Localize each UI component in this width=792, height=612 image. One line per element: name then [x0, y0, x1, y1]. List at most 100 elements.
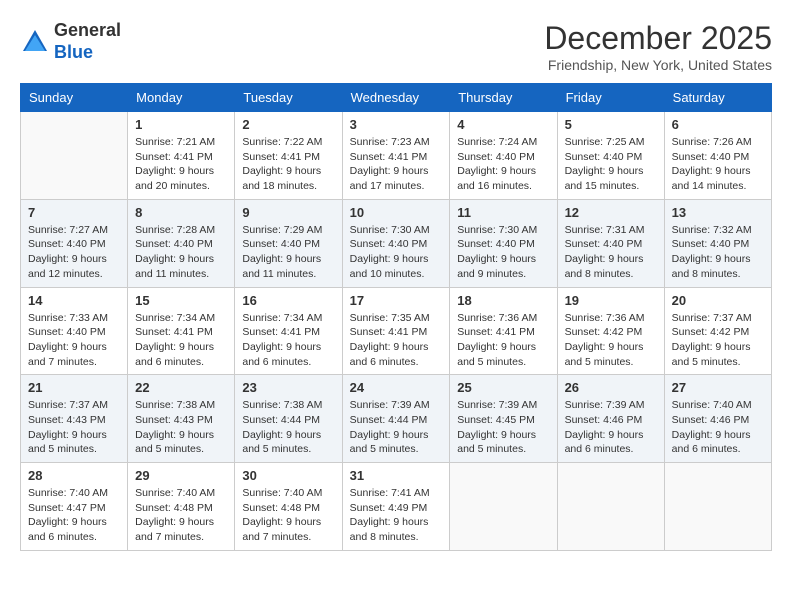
day-info: Sunrise: 7:32 AM Sunset: 4:40 PM Dayligh…	[672, 223, 764, 282]
calendar-cell: 24 Sunrise: 7:39 AM Sunset: 4:44 PM Dayli…	[342, 375, 450, 463]
column-header-friday: Friday	[557, 84, 664, 112]
calendar-cell: 31Sunrise: 7:41 AM Sunset: 4:49 PM Dayli…	[342, 463, 450, 551]
title-area: December 2025 Friendship, New York, Unit…	[544, 20, 772, 73]
location: Friendship, New York, United States	[544, 57, 772, 73]
day-number: 30	[242, 468, 334, 483]
day-number: 11	[457, 205, 549, 220]
calendar-cell: 23 Sunrise: 7:38 AM Sunset: 4:44 PM Dayli…	[235, 375, 342, 463]
calendar-cell	[450, 463, 557, 551]
logo-icon	[20, 27, 50, 57]
day-number: 29	[135, 468, 227, 483]
column-header-saturday: Saturday	[664, 84, 771, 112]
calendar-week-3: 14 Sunrise: 7:33 AM Sunset: 4:40 PM Dayli…	[21, 287, 772, 375]
calendar-week-4: 21Sunrise: 7:37 AM Sunset: 4:43 PM Dayli…	[21, 375, 772, 463]
day-number: 28	[28, 468, 120, 483]
day-info: Sunrise: 7:21 AM Sunset: 4:41 PM Dayligh…	[135, 135, 227, 194]
day-number: 3	[350, 117, 443, 132]
calendar-cell: 2Sunrise: 7:22 AM Sunset: 4:41 PM Daylig…	[235, 112, 342, 200]
day-number: 6	[672, 117, 764, 132]
day-number: 22	[135, 380, 227, 395]
day-number: 19	[565, 293, 657, 308]
calendar-week-1: 1 Sunrise: 7:21 AM Sunset: 4:41 PM Daylig…	[21, 112, 772, 200]
day-info: Sunrise: 7:38 AM Sunset: 4:43 PM Dayligh…	[135, 398, 227, 457]
day-number: 27	[672, 380, 764, 395]
day-number: 15	[135, 293, 227, 308]
day-info: Sunrise: 7:40 AM Sunset: 4:46 PM Dayligh…	[672, 398, 764, 457]
day-number: 17	[350, 293, 443, 308]
column-header-wednesday: Wednesday	[342, 84, 450, 112]
calendar-cell: 16 Sunrise: 7:34 AM Sunset: 4:41 PM Dayli…	[235, 287, 342, 375]
day-info: Sunrise: 7:36 AM Sunset: 4:41 PM Dayligh…	[457, 311, 549, 370]
day-info: Sunrise: 7:37 AM Sunset: 4:42 PM Dayligh…	[672, 311, 764, 370]
calendar-cell: 15 Sunrise: 7:34 AM Sunset: 4:41 PM Dayli…	[128, 287, 235, 375]
calendar-week-5: 28Sunrise: 7:40 AM Sunset: 4:47 PM Dayli…	[21, 463, 772, 551]
day-info: Sunrise: 7:23 AM Sunset: 4:41 PM Dayligh…	[350, 135, 443, 194]
day-info: Sunrise: 7:25 AM Sunset: 4:40 PM Dayligh…	[565, 135, 657, 194]
day-number: 12	[565, 205, 657, 220]
calendar-cell: 9 Sunrise: 7:29 AM Sunset: 4:40 PM Daylig…	[235, 199, 342, 287]
calendar-cell: 14 Sunrise: 7:33 AM Sunset: 4:40 PM Dayli…	[21, 287, 128, 375]
calendar-cell: 30 Sunrise: 7:40 AM Sunset: 4:48 PM Dayli…	[235, 463, 342, 551]
calendar-cell: 13 Sunrise: 7:32 AM Sunset: 4:40 PM Dayli…	[664, 199, 771, 287]
calendar-cell: 7Sunrise: 7:27 AM Sunset: 4:40 PM Daylig…	[21, 199, 128, 287]
calendar-cell: 27 Sunrise: 7:40 AM Sunset: 4:46 PM Dayli…	[664, 375, 771, 463]
calendar-cell: 26Sunrise: 7:39 AM Sunset: 4:46 PM Dayli…	[557, 375, 664, 463]
column-header-monday: Monday	[128, 84, 235, 112]
day-info: Sunrise: 7:34 AM Sunset: 4:41 PM Dayligh…	[242, 311, 334, 370]
day-info: Sunrise: 7:30 AM Sunset: 4:40 PM Dayligh…	[350, 223, 443, 282]
day-number: 10	[350, 205, 443, 220]
day-number: 9	[242, 205, 334, 220]
day-number: 5	[565, 117, 657, 132]
column-header-thursday: Thursday	[450, 84, 557, 112]
day-info: Sunrise: 7:33 AM Sunset: 4:40 PM Dayligh…	[28, 311, 120, 370]
column-header-tuesday: Tuesday	[235, 84, 342, 112]
day-info: Sunrise: 7:39 AM Sunset: 4:46 PM Dayligh…	[565, 398, 657, 457]
month-title: December 2025	[544, 20, 772, 57]
calendar-cell	[664, 463, 771, 551]
day-info: Sunrise: 7:26 AM Sunset: 4:40 PM Dayligh…	[672, 135, 764, 194]
calendar-cell: 6 Sunrise: 7:26 AM Sunset: 4:40 PM Daylig…	[664, 112, 771, 200]
calendar-cell: 17 Sunrise: 7:35 AM Sunset: 4:41 PM Dayli…	[342, 287, 450, 375]
calendar-cell: 11 Sunrise: 7:30 AM Sunset: 4:40 PM Dayli…	[450, 199, 557, 287]
calendar-cell	[557, 463, 664, 551]
day-number: 4	[457, 117, 549, 132]
day-number: 18	[457, 293, 549, 308]
day-info: Sunrise: 7:30 AM Sunset: 4:40 PM Dayligh…	[457, 223, 549, 282]
day-info: Sunrise: 7:40 AM Sunset: 4:48 PM Dayligh…	[135, 486, 227, 545]
calendar-cell	[21, 112, 128, 200]
day-info: Sunrise: 7:27 AM Sunset: 4:40 PM Dayligh…	[28, 223, 120, 282]
calendar-cell: 10 Sunrise: 7:30 AM Sunset: 4:40 PM Dayli…	[342, 199, 450, 287]
day-number: 23	[242, 380, 334, 395]
calendar-cell: 21Sunrise: 7:37 AM Sunset: 4:43 PM Dayli…	[21, 375, 128, 463]
calendar-table: SundayMondayTuesdayWednesdayThursdayFrid…	[20, 83, 772, 551]
day-info: Sunrise: 7:36 AM Sunset: 4:42 PM Dayligh…	[565, 311, 657, 370]
day-info: Sunrise: 7:38 AM Sunset: 4:44 PM Dayligh…	[242, 398, 334, 457]
day-info: Sunrise: 7:34 AM Sunset: 4:41 PM Dayligh…	[135, 311, 227, 370]
day-number: 20	[672, 293, 764, 308]
day-number: 8	[135, 205, 227, 220]
calendar-cell: 5 Sunrise: 7:25 AM Sunset: 4:40 PM Daylig…	[557, 112, 664, 200]
day-number: 13	[672, 205, 764, 220]
day-info: Sunrise: 7:40 AM Sunset: 4:48 PM Dayligh…	[242, 486, 334, 545]
calendar-cell: 28Sunrise: 7:40 AM Sunset: 4:47 PM Dayli…	[21, 463, 128, 551]
day-number: 14	[28, 293, 120, 308]
day-number: 24	[350, 380, 443, 395]
calendar-cell: 20 Sunrise: 7:37 AM Sunset: 4:42 PM Dayli…	[664, 287, 771, 375]
calendar-cell: 1 Sunrise: 7:21 AM Sunset: 4:41 PM Daylig…	[128, 112, 235, 200]
day-info: Sunrise: 7:29 AM Sunset: 4:40 PM Dayligh…	[242, 223, 334, 282]
day-number: 1	[135, 117, 227, 132]
day-info: Sunrise: 7:41 AM Sunset: 4:49 PM Dayligh…	[350, 486, 443, 545]
calendar-cell: 25Sunrise: 7:39 AM Sunset: 4:45 PM Dayli…	[450, 375, 557, 463]
day-info: Sunrise: 7:35 AM Sunset: 4:41 PM Dayligh…	[350, 311, 443, 370]
day-info: Sunrise: 7:22 AM Sunset: 4:41 PM Dayligh…	[242, 135, 334, 194]
calendar-cell: 18 Sunrise: 7:36 AM Sunset: 4:41 PM Dayli…	[450, 287, 557, 375]
day-number: 16	[242, 293, 334, 308]
column-header-sunday: Sunday	[21, 84, 128, 112]
calendar-cell: 22 Sunrise: 7:38 AM Sunset: 4:43 PM Dayli…	[128, 375, 235, 463]
calendar-cell: 12Sunrise: 7:31 AM Sunset: 4:40 PM Dayli…	[557, 199, 664, 287]
day-info: Sunrise: 7:39 AM Sunset: 4:44 PM Dayligh…	[350, 398, 443, 457]
logo: General Blue	[20, 20, 121, 63]
calendar-header-row: SundayMondayTuesdayWednesdayThursdayFrid…	[21, 84, 772, 112]
calendar-cell: 19 Sunrise: 7:36 AM Sunset: 4:42 PM Dayli…	[557, 287, 664, 375]
day-info: Sunrise: 7:37 AM Sunset: 4:43 PM Dayligh…	[28, 398, 120, 457]
